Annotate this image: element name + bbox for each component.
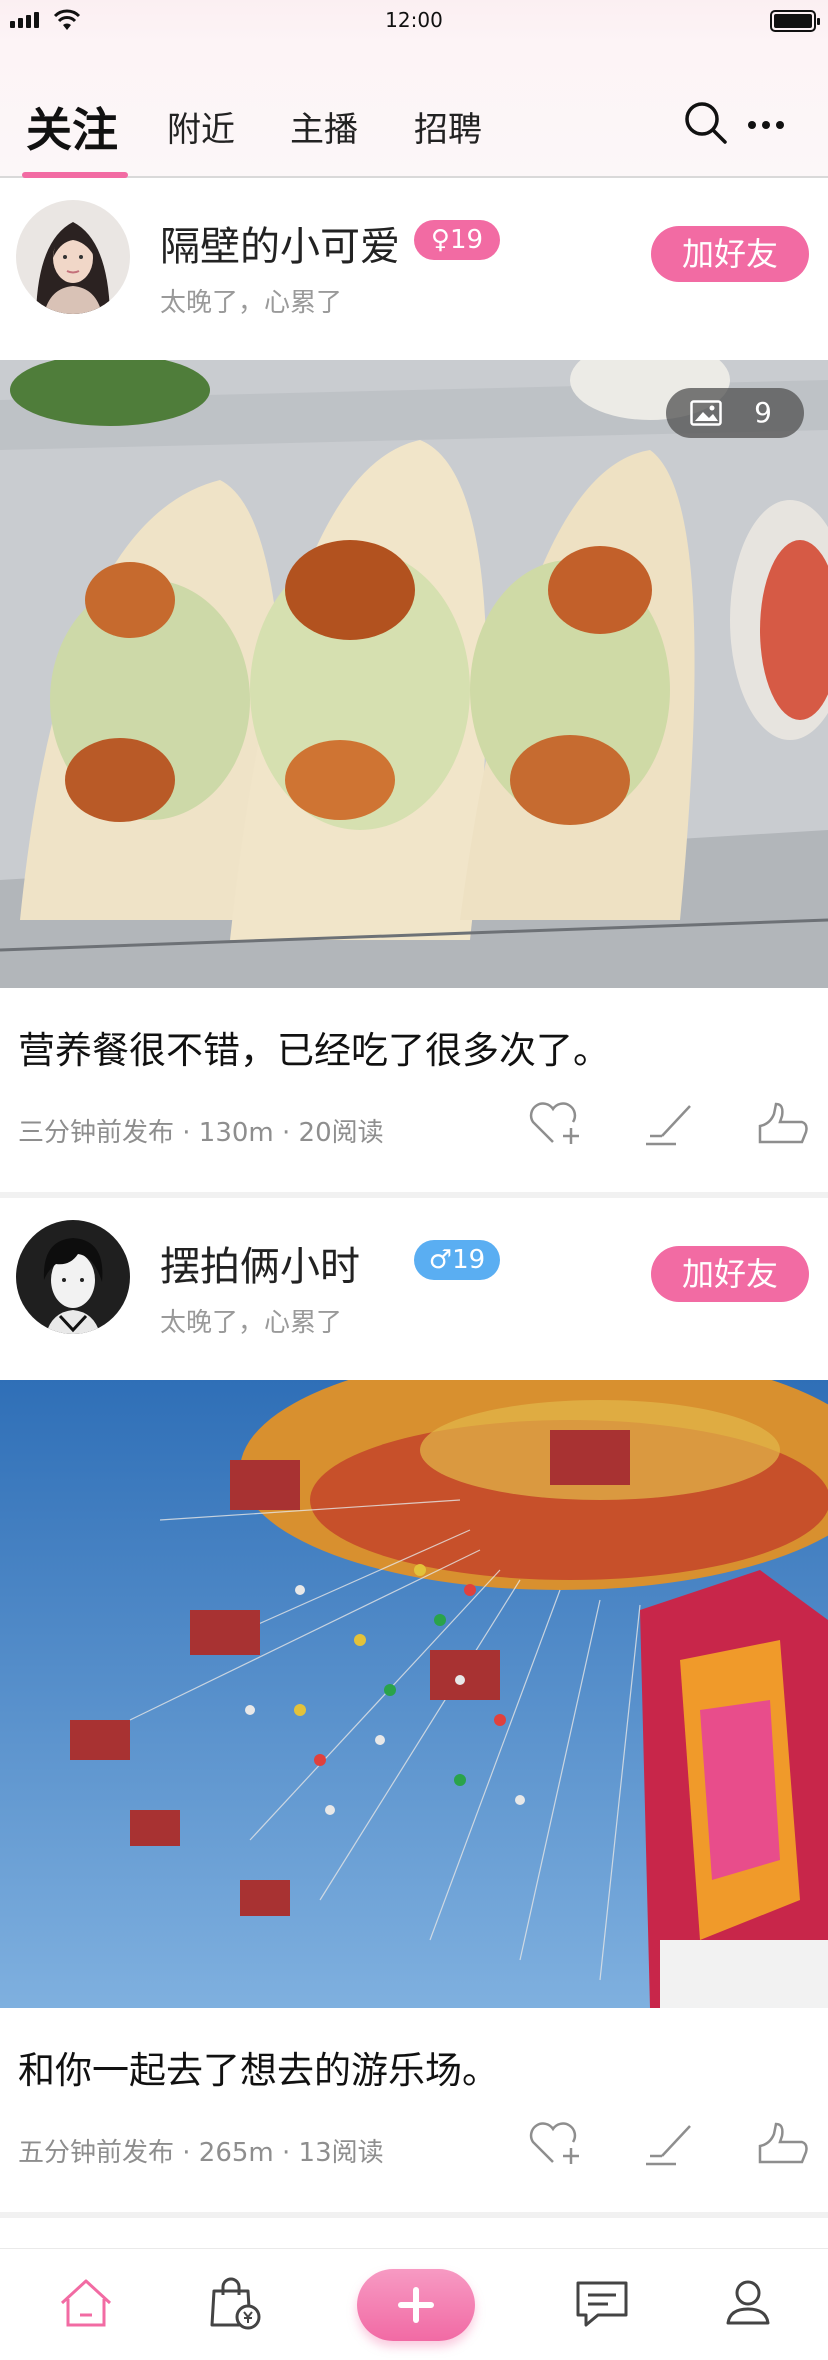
- shop-icon[interactable]: [204, 2273, 264, 2333]
- battery-icon: [770, 10, 820, 32]
- active-tab-indicator: [22, 172, 128, 178]
- comment-icon[interactable]: [640, 2118, 696, 2168]
- post-meta: 五分钟前发布 · 265m · 13阅读: [18, 2138, 384, 2168]
- status-time: 12:00: [385, 8, 443, 32]
- avatar[interactable]: [16, 1220, 130, 1334]
- bottom-tab-bar: [0, 2248, 828, 2360]
- gift-heart-icon[interactable]: [525, 1098, 581, 1148]
- gender-age-badge: ♂19: [414, 1240, 500, 1280]
- post-divider: [0, 1192, 828, 1198]
- like-icon[interactable]: [756, 1098, 812, 1148]
- post-caption: 营养餐很不错，已经吃了很多次了。: [18, 1029, 610, 1072]
- author-name[interactable]: 摆拍俩小时: [160, 1234, 360, 1292]
- post-meta: 三分钟前发布 · 130m · 20阅读: [18, 1118, 384, 1148]
- home-icon[interactable]: [56, 2273, 116, 2333]
- image-icon: [690, 400, 722, 426]
- post-caption: 和你一起去了想去的游乐场。: [18, 2049, 499, 2092]
- profile-icon[interactable]: [718, 2273, 778, 2333]
- author-name[interactable]: 隔壁的小可爱: [160, 214, 400, 272]
- author-status: 太晚了，心累了: [160, 288, 343, 318]
- message-icon[interactable]: [572, 2273, 632, 2333]
- status-bar: 12:00: [0, 0, 828, 44]
- tab-host[interactable]: 主播: [290, 102, 358, 151]
- tab-jobs[interactable]: 招聘: [414, 102, 482, 151]
- avatar[interactable]: [16, 200, 130, 314]
- add-friend-button[interactable]: 加好友: [651, 226, 809, 282]
- post-photo[interactable]: [0, 1380, 828, 2008]
- add-icon[interactable]: [357, 2269, 475, 2341]
- photo-count: 9: [754, 396, 772, 429]
- add-friend-button[interactable]: 加好友: [651, 1246, 809, 1302]
- author-status: 太晚了，心累了: [160, 1308, 343, 1338]
- more-icon[interactable]: [748, 121, 784, 129]
- gender-age-badge: ♀19: [414, 220, 500, 260]
- post-photo[interactable]: 9: [0, 360, 828, 988]
- post-card: 摆拍俩小时 ♂19 太晚了，心累了 加好友 和你一起去了想去的游乐场。 五分钟前…: [0, 1200, 828, 2218]
- post-divider: [0, 2212, 828, 2218]
- tab-nearby[interactable]: 附近: [167, 102, 235, 151]
- comment-icon[interactable]: [640, 1098, 696, 1148]
- post-header: 摆拍俩小时 ♂19 太晚了，心累了 加好友: [0, 1200, 828, 1380]
- like-icon[interactable]: [756, 2118, 812, 2168]
- top-nav: 关注 附近 主播 招聘: [0, 44, 828, 178]
- gift-heart-icon[interactable]: [525, 2118, 581, 2168]
- post-card: 隔壁的小可爱 ♀19 太晚了，心累了 加好友 9 营养餐很不错，已经吃了很多次了…: [0, 180, 828, 1198]
- photo-count-badge: 9: [666, 388, 804, 438]
- search-icon[interactable]: [683, 100, 729, 146]
- tab-follow[interactable]: 关注: [26, 94, 118, 160]
- post-header: 隔壁的小可爱 ♀19 太晚了，心累了 加好友: [0, 180, 828, 360]
